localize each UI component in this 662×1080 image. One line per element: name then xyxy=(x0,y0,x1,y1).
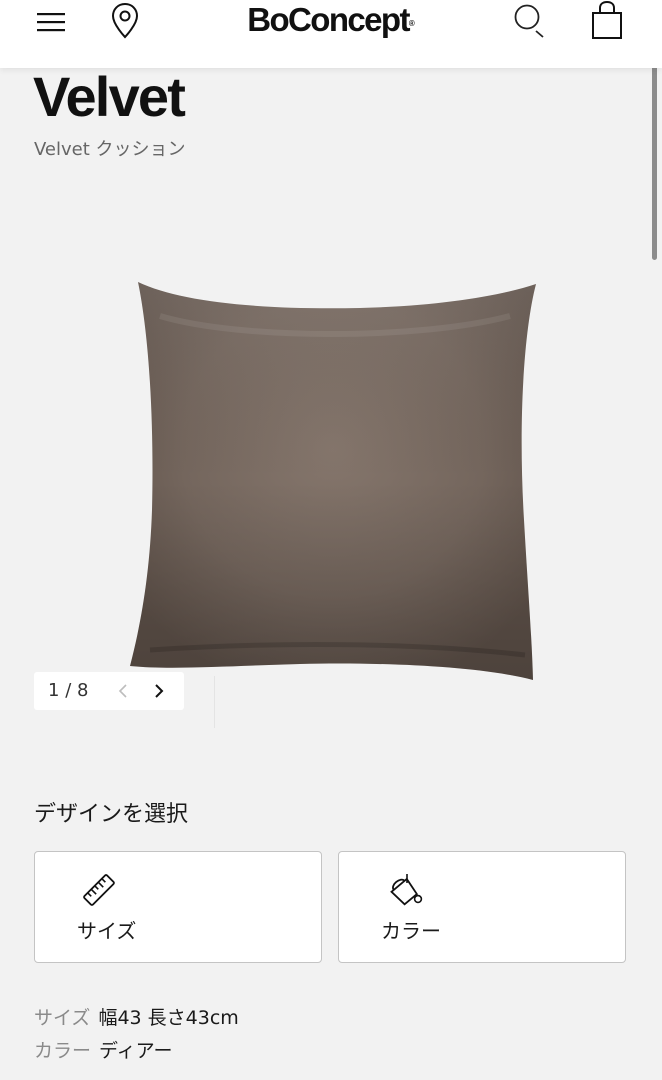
color-option-button[interactable]: カラー xyxy=(338,851,626,963)
size-spec-value: 幅43 長さ43cm xyxy=(98,1007,239,1029)
color-spec-value: ディアー xyxy=(99,1040,173,1062)
product-title: Velvet xyxy=(33,65,186,128)
color-option-label: カラー xyxy=(381,919,441,943)
gallery-current: 1 xyxy=(48,680,60,701)
search-icon[interactable] xyxy=(512,2,550,40)
gallery-pager: 1 / 8 xyxy=(34,672,184,710)
gallery-total: 8 xyxy=(77,680,89,701)
ruler-icon xyxy=(83,874,115,906)
shopping-bag-icon[interactable] xyxy=(589,0,625,42)
size-option-button[interactable]: サイズ xyxy=(34,851,322,963)
paint-bucket-icon xyxy=(390,874,423,906)
design-section-heading: デザインを選択 xyxy=(34,802,189,827)
product-image[interactable] xyxy=(120,270,550,690)
scrollbar[interactable] xyxy=(652,60,657,260)
top-header: BoConcept® xyxy=(0,0,662,68)
size-option-label: サイズ xyxy=(77,919,137,943)
chevron-left-icon[interactable] xyxy=(114,681,134,701)
chevron-right-icon[interactable] xyxy=(148,681,168,701)
brand-logo[interactable]: BoConcept® xyxy=(0,0,662,40)
brand-name: BoConcept xyxy=(247,1,410,38)
color-spec-row: カラー ディアー xyxy=(34,1038,173,1064)
gallery-divider xyxy=(214,676,215,728)
size-spec-row: サイズ 幅43 長さ43cm xyxy=(34,1005,239,1031)
gallery-separator: / xyxy=(65,680,72,701)
product-subtitle: Velvet クッション xyxy=(34,139,186,160)
registered-mark: ® xyxy=(408,19,415,28)
gallery-counter: 1 / 8 xyxy=(48,680,88,702)
size-spec-key: サイズ xyxy=(34,1007,91,1029)
color-spec-key: カラー xyxy=(34,1040,92,1062)
